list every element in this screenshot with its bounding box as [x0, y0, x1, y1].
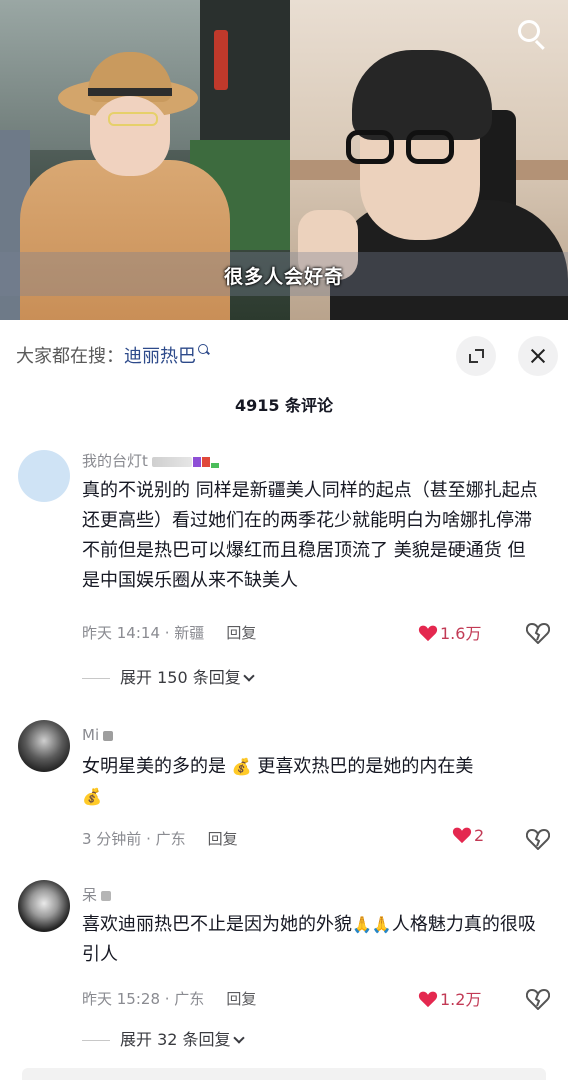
search-icon: [198, 344, 210, 356]
comment-time-location: 昨天 15:28 · 广东: [82, 990, 205, 1008]
video-subtitle: 很多人会好奇: [223, 266, 344, 288]
comment-text: 真的不说别的 同样是新疆美人同样的起点（甚至娜扎起点还更高些）看过她们在的两季花…: [82, 480, 538, 591]
close-button[interactable]: [518, 336, 558, 376]
hot-search-prefix: 大家都在搜：: [16, 346, 124, 367]
comment-username[interactable]: 我的台灯t: [82, 450, 219, 471]
comment-text: 喜欢迪丽热巴不止是因为她的外貌🙏🙏人格魅力真的很吸引人: [82, 914, 536, 965]
tinted-glasses: [108, 112, 158, 126]
chevron-down-icon: [243, 670, 255, 682]
woman-left-body: [20, 160, 230, 320]
reply-button[interactable]: 回复: [208, 830, 238, 848]
hot-search-keyword[interactable]: 迪丽热巴: [124, 346, 196, 367]
comment-meta: 3 分钟前 · 广东 回复: [82, 828, 238, 849]
comment-meta: 昨天 15:28 · 广东 回复: [82, 988, 256, 1009]
avatar[interactable]: [18, 720, 70, 772]
comment-time-location: 3 分钟前 · 广东: [82, 830, 186, 848]
money-bag-emoji: 💰: [231, 757, 252, 776]
video-player[interactable]: 很多人会好奇: [0, 0, 568, 320]
comment-text: 女明星美的多的是 💰 更喜欢热巴的是她的内在美 💰: [82, 756, 474, 806]
like-count: 1.2万: [440, 990, 482, 1009]
heart-icon: [418, 624, 438, 642]
like-button[interactable]: 2: [452, 826, 484, 845]
woman-left-face: [90, 96, 170, 176]
avatar[interactable]: [18, 450, 70, 502]
expand-replies-button[interactable]: 展开 150 条回复: [82, 664, 255, 688]
expand-button[interactable]: [456, 336, 496, 376]
car-taillight: [214, 30, 228, 90]
comment-username[interactable]: 呆: [82, 884, 112, 905]
reply-button[interactable]: 回复: [226, 990, 256, 1008]
comment-username[interactable]: Mi: [82, 726, 114, 744]
comment-meta: 昨天 14:14 · 新疆 回复: [82, 622, 256, 643]
chevron-down-icon: [232, 1032, 245, 1044]
broken-heart-icon[interactable]: [525, 988, 551, 1011]
heart-icon: [418, 990, 438, 1008]
hat-band: [88, 88, 172, 96]
black-beanie: [352, 50, 492, 140]
heart-icon: [452, 826, 472, 844]
expand-replies-button[interactable]: 展开 32 条回复: [82, 1026, 245, 1050]
comment-time-location: 昨天 14:14 · 新疆: [82, 624, 205, 642]
like-count: 1.6万: [440, 624, 482, 643]
folded-hands-emoji: 🙏: [352, 915, 372, 934]
black-glasses: [346, 130, 456, 164]
like-button[interactable]: 1.2万: [418, 986, 481, 1010]
avatar[interactable]: [18, 880, 70, 932]
comment-sheet: 大家都在搜：迪丽热巴 4915 条评论 我的台灯t 真的不说别的 同样是新疆美人…: [0, 320, 568, 1080]
search-icon[interactable]: [514, 16, 550, 52]
folded-hands-emoji: 🙏: [371, 915, 392, 934]
comment-count: 4915 条评论: [234, 396, 334, 415]
comment-input-bar[interactable]: [22, 1068, 546, 1080]
money-bag-emoji: 💰: [82, 787, 102, 806]
like-count: 2: [474, 826, 485, 845]
reply-button[interactable]: 回复: [226, 624, 256, 642]
broken-heart-icon[interactable]: [525, 622, 551, 645]
hot-search-bar[interactable]: 大家都在搜：迪丽热巴: [16, 342, 210, 368]
broken-heart-icon[interactable]: [525, 828, 551, 851]
like-button[interactable]: 1.6万: [418, 620, 481, 644]
